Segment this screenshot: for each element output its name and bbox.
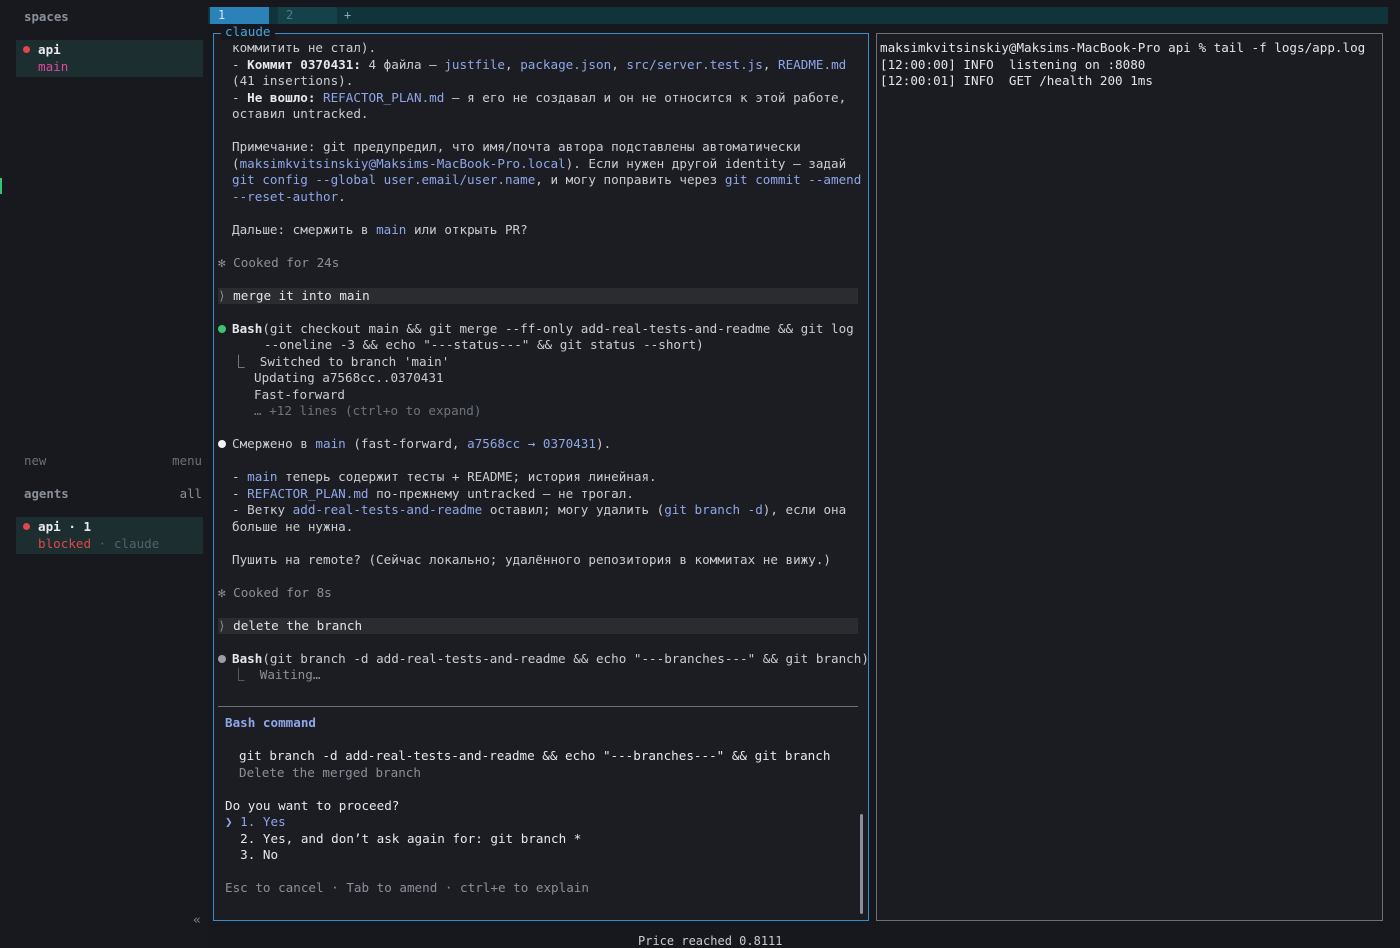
pending-dot-icon [218,654,226,663]
tool-output: Updating a7568cc..0370431 [254,370,444,385]
tool-output: ⎿ Switched to branch 'main' [232,353,450,369]
sidebar-accent-marker [0,178,2,194]
log-line: Пушить на remote? (Сейчас локально; удал… [232,551,831,567]
cooked-status: ✻ Cooked for 24s [218,254,340,270]
tool-call: Bash(git branch -d add-real-tests-and-re… [218,651,869,668]
status-dot-icon [23,523,30,530]
prompt-description: Delete the merged branch [239,764,421,780]
space-actions: new menu [24,453,202,468]
space-name: api [38,42,61,57]
prompt-command: git branch -d add-real-tests-and-readme … [239,748,831,763]
agents-header: agents all [24,486,202,501]
space-branch: main [38,58,69,74]
tool-output: ⎿ Waiting… [232,667,321,682]
tab-1[interactable]: 1 [210,7,269,24]
log-line: (maksimkvitsinskiy@Maksims-MacBook-Pro.l… [232,155,847,171]
space-item-api[interactable]: api main [16,40,203,77]
tool-call: Bash(git checkout main && git merge --ff… [218,321,863,338]
agent-tool: · claude [98,535,160,551]
status-dot-icon [23,46,30,53]
log-line: --reset-author. [232,188,346,204]
prompt-footer: Esc to cancel · Tab to amend · ctrl+e to… [225,880,589,895]
agents-all-button[interactable]: all [180,486,202,501]
option-yes[interactable]: ❯ 1. Yes [225,814,870,831]
log-line: Дальше: смержить в main или открыть PR? [232,221,528,237]
tab-2[interactable]: 2 [278,7,337,24]
pane-scrollbar[interactable] [860,814,863,914]
terminal-line: [12:00:01] INFO GET /health 200 1ms [880,73,1153,88]
log-line: - Не вошло: REFACTOR_PLAN.md — я его не … [232,89,847,105]
log-line: коммитить не стал). [232,40,377,55]
log-line: - REFACTOR_PLAN.md по-прежнему untracked… [232,485,634,501]
log-line: --oneline -3 && echo "---status---" && g… [264,337,704,352]
prompt-title: Bash command [225,715,316,730]
log-line: (41 insertions). [232,73,354,88]
tool-output: Fast-forward [254,386,345,402]
sidebar: spaces api main new menu agents all api … [0,0,208,948]
agent-item-api[interactable]: api · 1 blocked · claude [16,517,203,554]
agents-heading: agents [24,486,69,501]
log-line: - main теперь содержит тесты + README; и… [232,469,657,484]
log-line: Примечание: git предупредил, что имя/поч… [232,139,801,154]
menu-button[interactable]: menu [172,453,202,468]
prompt-question: Do you want to proceed? [225,797,400,813]
log-line: оставил untracked. [232,106,369,121]
log-line: - Коммит 0370431: 4 файла — justfile, pa… [232,56,847,72]
terminal-pane[interactable] [876,33,1383,921]
assistant-message: Смержено в main (fast-forward, a7568cc →… [218,436,863,453]
agent-name: api · 1 [38,519,92,534]
agent-status: blocked [38,535,92,551]
message-dot-icon [218,440,226,448]
user-message: ⟩ merge it into main [218,287,858,304]
prompt-divider [218,706,858,707]
new-tab-button[interactable]: + [338,7,351,24]
status-bar-text: Price reached 0.8111 [638,934,783,948]
option-no[interactable]: 3. No [225,847,870,864]
success-dot-icon [218,324,226,333]
terminal-line: [12:00:00] INFO listening on :8080 [880,56,1146,72]
cooked-status: ✻ Cooked for 8s [218,584,332,600]
tab-bar: 1 2 + [208,7,1388,24]
log-line: git config --global user.email/user.name… [232,172,862,187]
option-yes-dont-ask[interactable]: 2. Yes, and don’t ask again for: git bra… [225,831,870,848]
pane-title: claude [221,24,275,40]
log-line: больше не нужна. [232,518,354,534]
log-line: - Ветку add-real-tests-and-readme остави… [232,502,847,517]
expand-hint[interactable]: … +12 lines (ctrl+o to expand) [218,403,863,420]
spaces-heading: spaces [24,9,69,24]
app-root: spaces api main new menu agents all api … [0,0,1400,948]
terminal-line: maksimkvitsinskiy@Maksims-MacBook-Pro ap… [880,40,1366,55]
new-button[interactable]: new [24,453,46,468]
collapse-sidebar-icon[interactable]: « [193,913,201,928]
user-message: ⟩ delete the branch [218,617,858,634]
